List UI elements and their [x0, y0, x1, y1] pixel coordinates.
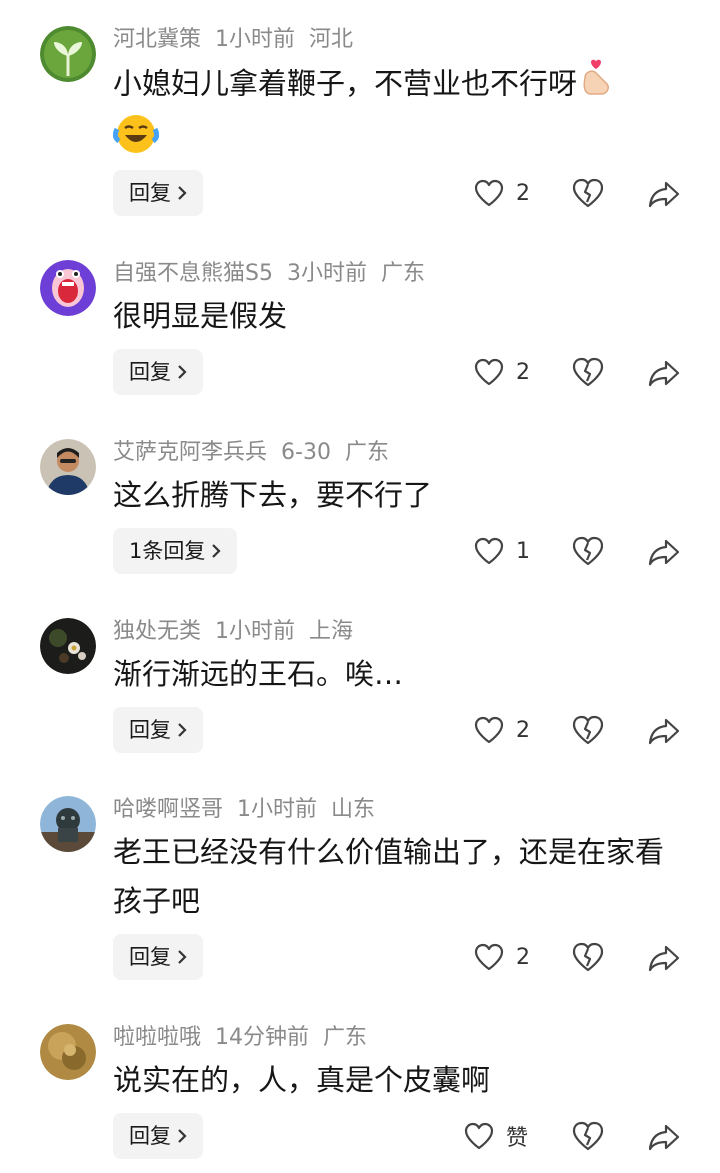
- lion-statue-icon: [40, 796, 96, 852]
- reply-button[interactable]: 1条回复: [113, 528, 238, 575]
- comment-text: 说实在的，人，真是个皮囊啊: [113, 1056, 688, 1105]
- like-count: 2: [516, 717, 530, 743]
- flower-photo-icon: [40, 618, 96, 674]
- username[interactable]: 自强不息熊猫S5: [113, 261, 273, 286]
- heart-icon: [474, 537, 504, 565]
- comment-text: 很明显是假发: [113, 292, 688, 341]
- location: 广东: [323, 1025, 368, 1050]
- comment-meta: 自强不息熊猫S5 3小时前 广东: [113, 256, 439, 292]
- like-count: 1: [516, 538, 530, 564]
- username[interactable]: 艾萨克阿李兵兵: [113, 440, 267, 465]
- share-icon[interactable]: [648, 359, 680, 387]
- comment-body: 老王已经没有什么价值输出了，还是在家看孩子吧: [113, 835, 665, 918]
- reply-button[interactable]: 回复: [113, 1113, 203, 1159]
- reply-label: 回复: [129, 181, 171, 205]
- comment-meta: 啦啦啦哦 14分钟前 广东: [113, 1020, 381, 1056]
- like-count: 2: [516, 944, 530, 970]
- reply-label: 1条回复: [129, 539, 206, 563]
- location: 广东: [344, 440, 389, 465]
- heart-icon: [474, 716, 504, 744]
- like-count: 赞: [506, 1126, 529, 1151]
- avatar[interactable]: [40, 796, 96, 852]
- comment-body: 渐行渐远的王石。唉…: [113, 657, 404, 691]
- broken-heart-icon[interactable]: [572, 1121, 604, 1151]
- laughing-tears-emoji: [112, 113, 160, 170]
- like-button[interactable]: 2: [474, 349, 530, 395]
- timestamp: 1小时前: [215, 27, 296, 52]
- comment-meta: 艾萨克阿李兵兵 6-30 广东: [113, 435, 403, 471]
- comment-list: 河北冀策 1小时前 河北 小媳妇儿拿着鞭子，不营业也不行呀 回复 2 自强不息熊猫S…: [0, 0, 720, 1173]
- timestamp: 14分钟前: [215, 1025, 310, 1050]
- reply-button[interactable]: 回复: [113, 349, 203, 395]
- comment-body: 很明显是假发: [113, 299, 288, 333]
- timestamp: 1小时前: [215, 619, 296, 644]
- golden-texture-icon: [40, 1024, 96, 1080]
- share-icon[interactable]: [648, 717, 680, 745]
- like-button[interactable]: 2: [474, 170, 530, 216]
- share-icon[interactable]: [648, 538, 680, 566]
- comment-meta: 河北冀策 1小时前 河北: [113, 22, 367, 58]
- reply-button[interactable]: 回复: [113, 934, 203, 980]
- username[interactable]: 河北冀策: [113, 27, 201, 52]
- like-button[interactable]: 2: [474, 707, 530, 753]
- share-icon[interactable]: [648, 180, 680, 208]
- chevron-right-icon: [177, 708, 187, 754]
- sprout-icon: [40, 26, 96, 82]
- chevron-right-icon: [177, 171, 187, 217]
- comment-text: 小媳妇儿拿着鞭子，不营业也不行呀: [112, 58, 688, 170]
- chevron-right-icon: [177, 350, 187, 396]
- reply-button[interactable]: 回复: [113, 170, 203, 216]
- broken-heart-icon[interactable]: [572, 178, 604, 208]
- comment-body: 这么折腾下去，要不行了: [113, 478, 433, 512]
- comment-meta: 哈喽啊竖哥 1小时前 山东: [113, 792, 389, 828]
- broken-heart-icon[interactable]: [572, 536, 604, 566]
- avatar[interactable]: [40, 439, 96, 495]
- location: 上海: [309, 619, 354, 644]
- broken-heart-icon[interactable]: [572, 942, 604, 972]
- screaming-cartoon-icon: [40, 260, 96, 316]
- reply-label: 回复: [129, 1124, 171, 1148]
- reply-label: 回复: [129, 360, 171, 384]
- timestamp: 6-30: [281, 440, 331, 465]
- man-photo-icon: [40, 439, 96, 495]
- share-icon[interactable]: [648, 1123, 680, 1151]
- location: 广东: [380, 261, 425, 286]
- like-button[interactable]: 1: [474, 528, 530, 574]
- reply-label: 回复: [129, 718, 171, 742]
- location: 山东: [331, 797, 376, 822]
- avatar[interactable]: [40, 618, 96, 674]
- comment-text: 老王已经没有什么价值输出了，还是在家看孩子吧: [113, 828, 688, 926]
- broken-heart-icon[interactable]: [572, 357, 604, 387]
- username[interactable]: 啦啦啦哦: [113, 1025, 201, 1050]
- username[interactable]: 独处无类: [113, 619, 201, 644]
- comment-text: 渐行渐远的王石。唉…: [113, 650, 688, 699]
- chevron-right-icon: [177, 1114, 187, 1160]
- comment-body: 说实在的，人，真是个皮囊啊: [113, 1063, 491, 1097]
- heart-icon: [464, 1122, 494, 1150]
- chevron-right-icon: [211, 529, 221, 575]
- heart-icon: [474, 179, 504, 207]
- location: 河北: [309, 27, 354, 52]
- timestamp: 1小时前: [237, 797, 318, 822]
- heart-icon: [474, 943, 504, 971]
- avatar[interactable]: [40, 1024, 96, 1080]
- comment-body: 小媳妇儿拿着鞭子，不营业也不行呀: [113, 66, 578, 101]
- share-icon[interactable]: [648, 944, 680, 972]
- reply-label: 回复: [129, 945, 171, 969]
- like-count: 2: [516, 180, 530, 206]
- reply-button[interactable]: 回复: [113, 707, 203, 753]
- chevron-right-icon: [177, 935, 187, 981]
- comment-meta: 独处无类 1小时前 上海: [113, 614, 367, 650]
- comment-text: 这么折腾下去，要不行了: [113, 471, 688, 520]
- broken-heart-icon[interactable]: [572, 715, 604, 745]
- heart-icon: [474, 358, 504, 386]
- finger-heart-emoji: [577, 58, 613, 113]
- username[interactable]: 哈喽啊竖哥: [113, 797, 223, 822]
- like-count: 2: [516, 359, 530, 385]
- timestamp: 3小时前: [286, 261, 367, 286]
- avatar[interactable]: [40, 260, 96, 316]
- avatar[interactable]: [40, 26, 96, 82]
- like-button[interactable]: 赞: [464, 1113, 528, 1159]
- like-button[interactable]: 2: [474, 934, 530, 980]
